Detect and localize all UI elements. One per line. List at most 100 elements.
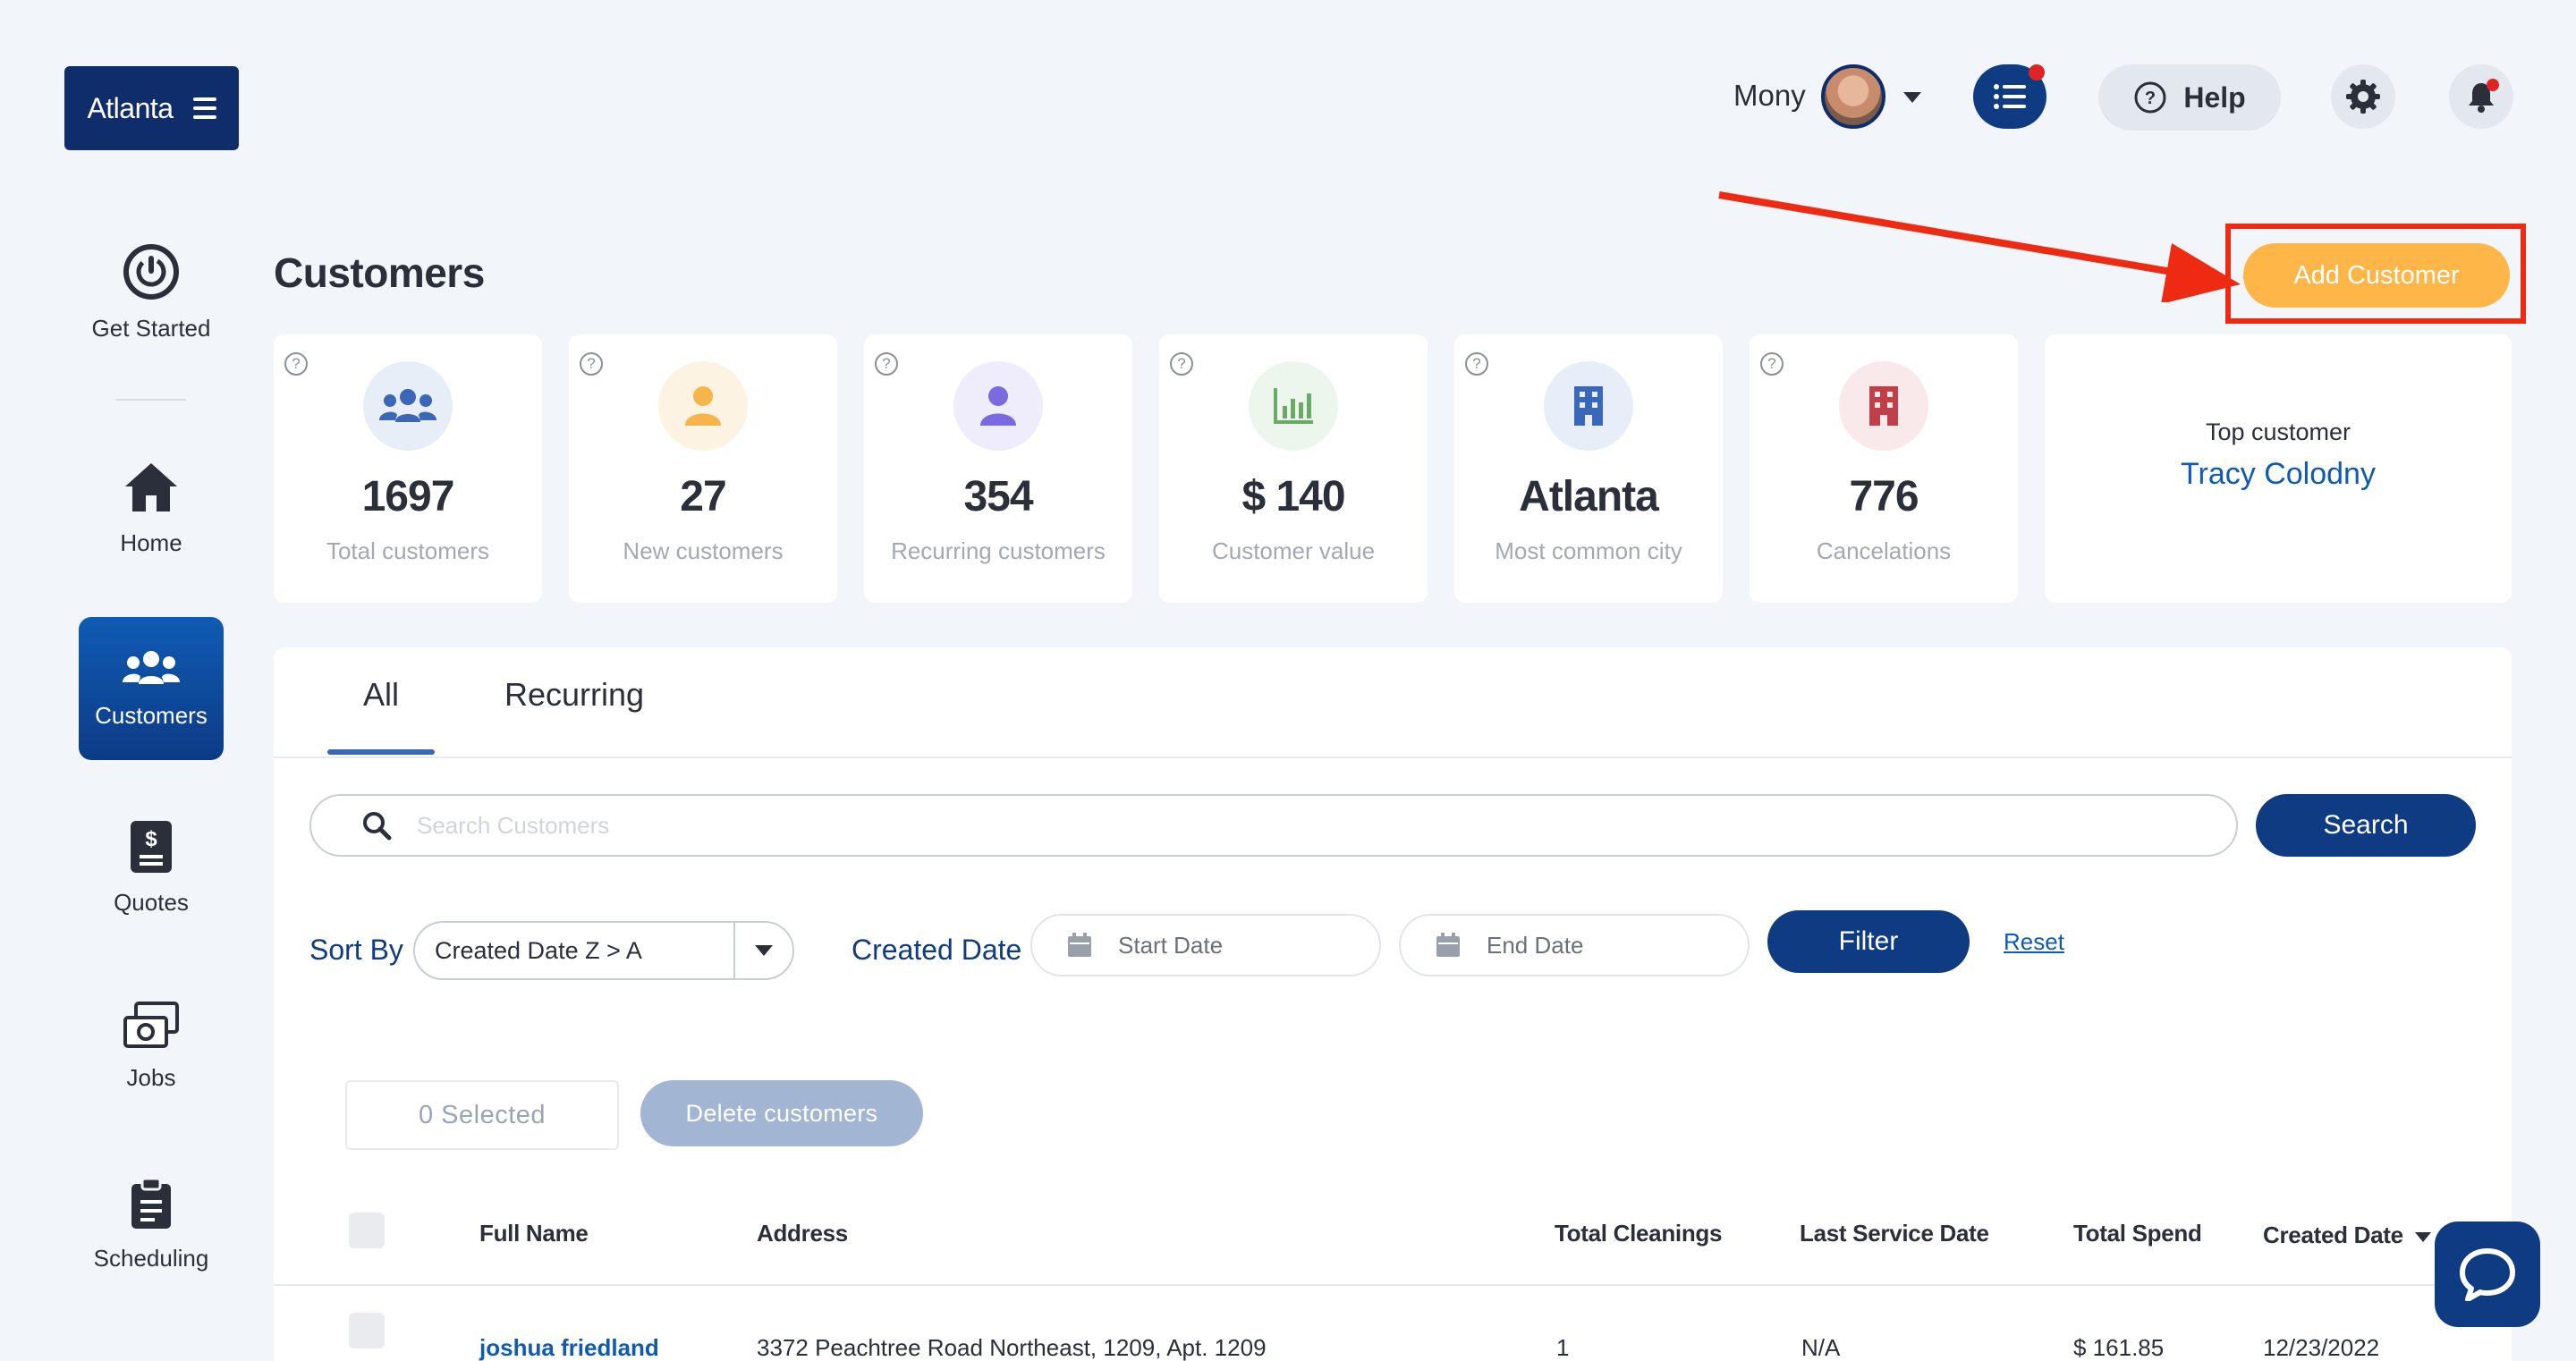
sidebar-item-label: Get Started bbox=[91, 315, 211, 342]
help-icon[interactable]: ? bbox=[1170, 352, 1193, 376]
user-name[interactable]: Mony bbox=[1733, 79, 1806, 113]
cell-cleanings: 1 bbox=[1556, 1334, 1570, 1361]
sidebar-item-get-started[interactable]: Get Started bbox=[79, 243, 224, 342]
top-customer-card: Top customer Tracy Colodny bbox=[2045, 334, 2512, 603]
annotation-arrow bbox=[1718, 191, 2241, 302]
help-icon[interactable]: ? bbox=[580, 352, 603, 376]
stat-value: Atlanta bbox=[1519, 473, 1659, 520]
created-date-label: Created Date bbox=[852, 934, 1022, 966]
column-header-created[interactable]: Created Date bbox=[2263, 1222, 2431, 1249]
stat-value: 27 bbox=[680, 473, 726, 520]
stat-card-new: ? 27 New customers bbox=[569, 334, 837, 603]
column-header-cleanings[interactable]: Total Cleanings bbox=[1555, 1220, 1722, 1247]
notifications-button[interactable] bbox=[2449, 64, 2513, 129]
cell-address: 3372 Peachtree Road Northeast, 1209, Apt… bbox=[757, 1334, 1267, 1361]
sidebar-item-label: Quotes bbox=[114, 889, 189, 916]
user-icon bbox=[658, 361, 748, 451]
customers-panel bbox=[274, 647, 2512, 1361]
stat-value: 1697 bbox=[361, 473, 455, 520]
sidebar-item-jobs[interactable]: Jobs bbox=[79, 1002, 224, 1092]
task-list-button[interactable] bbox=[1973, 64, 2046, 129]
selected-count: 0 Selected bbox=[345, 1080, 619, 1150]
sidebar-item-home[interactable]: Home bbox=[79, 460, 224, 557]
cell-created: 12/23/2022 bbox=[2263, 1334, 2380, 1361]
help-icon[interactable]: ? bbox=[284, 352, 308, 376]
column-header-created-label: Created Date bbox=[2263, 1222, 2403, 1248]
filter-button[interactable]: Filter bbox=[1767, 910, 1970, 973]
stat-label: Recurring customers bbox=[891, 537, 1106, 564]
sidebar-item-label: Customers bbox=[95, 701, 208, 729]
search-button[interactable]: Search bbox=[2256, 794, 2476, 857]
location-label: Atlanta bbox=[87, 91, 174, 124]
svg-text:$: $ bbox=[145, 827, 157, 851]
sidebar-item-label: Scheduling bbox=[93, 1245, 209, 1272]
help-label: Help bbox=[2183, 80, 2246, 114]
clipboard-icon bbox=[131, 1177, 171, 1229]
svg-text:?: ? bbox=[2145, 89, 2156, 108]
tab-divider bbox=[274, 757, 2512, 758]
user-icon bbox=[953, 361, 1043, 451]
sidebar-item-scheduling[interactable]: Scheduling bbox=[79, 1177, 224, 1272]
end-date-field[interactable]: End Date bbox=[1399, 914, 1750, 976]
chevron-down-icon[interactable] bbox=[1903, 92, 1921, 103]
chat-button[interactable] bbox=[2435, 1222, 2540, 1327]
building-icon bbox=[1839, 361, 1928, 451]
search-bar bbox=[309, 794, 2238, 857]
users-icon bbox=[363, 361, 453, 451]
stat-label: Most common city bbox=[1495, 537, 1682, 564]
reset-link[interactable]: Reset bbox=[2004, 928, 2064, 956]
chart-icon bbox=[1249, 361, 1338, 451]
sort-select[interactable]: Created Date Z > A bbox=[413, 921, 794, 980]
list-icon bbox=[1994, 84, 2026, 109]
sort-value: Created Date Z > A bbox=[435, 936, 642, 964]
jobs-icon bbox=[123, 1002, 179, 1048]
stat-value: $ 140 bbox=[1241, 473, 1345, 520]
help-icon[interactable]: ? bbox=[875, 352, 898, 376]
stat-value: 354 bbox=[963, 473, 1033, 520]
quote-icon: $ bbox=[131, 821, 172, 873]
tab-all[interactable]: All bbox=[363, 676, 399, 714]
chevron-down-icon bbox=[755, 945, 773, 956]
cell-last-service: N/A bbox=[1801, 1334, 1841, 1361]
sidebar-item-label: Jobs bbox=[126, 1064, 176, 1091]
cell-spend: $ 161.85 bbox=[2073, 1334, 2165, 1361]
column-header-last-service[interactable]: Last Service Date bbox=[1800, 1220, 1989, 1247]
column-header-name[interactable]: Full Name bbox=[479, 1220, 589, 1247]
column-header-spend[interactable]: Total Spend bbox=[2073, 1220, 2202, 1247]
search-icon bbox=[363, 812, 392, 841]
customer-name-link[interactable]: joshua friedland bbox=[479, 1334, 659, 1361]
select-all-checkbox[interactable] bbox=[349, 1213, 385, 1248]
row-checkbox[interactable] bbox=[349, 1313, 385, 1348]
sidebar-item-quotes[interactable]: $ Quotes bbox=[79, 819, 224, 917]
settings-button[interactable] bbox=[2331, 64, 2395, 129]
column-header-address[interactable]: Address bbox=[757, 1220, 848, 1247]
page-title: Customers bbox=[274, 249, 485, 296]
hamburger-icon bbox=[192, 97, 216, 119]
avatar[interactable] bbox=[1821, 64, 1885, 129]
delete-customers-button[interactable]: Delete customers bbox=[640, 1080, 923, 1146]
tab-recurring[interactable]: Recurring bbox=[504, 676, 644, 714]
search-input[interactable] bbox=[417, 811, 2116, 840]
stat-card-cancelations: ? 776 Cancelations bbox=[1750, 334, 2018, 603]
sidebar-divider bbox=[116, 399, 186, 401]
sort-label: Sort By bbox=[309, 934, 403, 966]
sidebar-item-customers[interactable]: Customers bbox=[79, 617, 224, 760]
help-icon[interactable]: ? bbox=[1760, 352, 1784, 376]
chat-icon bbox=[2460, 1248, 2515, 1301]
gear-icon bbox=[2346, 80, 2380, 114]
question-icon: ? bbox=[2134, 81, 2166, 114]
stat-label: Customer value bbox=[1211, 537, 1376, 564]
start-date-field[interactable]: Start Date bbox=[1030, 914, 1381, 976]
notification-dot bbox=[2487, 79, 2499, 91]
stat-card-value: ? $ 140 Customer value bbox=[1159, 334, 1428, 603]
help-icon[interactable]: ? bbox=[1465, 352, 1488, 376]
calendar-icon bbox=[1436, 933, 1460, 957]
users-icon bbox=[123, 650, 180, 684]
add-customer-button[interactable]: Add Customer bbox=[2243, 243, 2510, 308]
stat-card-recurring: ? 354 Recurring customers bbox=[864, 334, 1132, 603]
location-menu-button[interactable]: Atlanta bbox=[64, 66, 239, 150]
help-button[interactable]: ? Help bbox=[2098, 64, 2281, 131]
stat-card-total: ? 1697 Total customers bbox=[274, 334, 542, 603]
notification-dot bbox=[2029, 64, 2045, 80]
top-customer-link[interactable]: Tracy Colodny bbox=[2181, 457, 2376, 492]
